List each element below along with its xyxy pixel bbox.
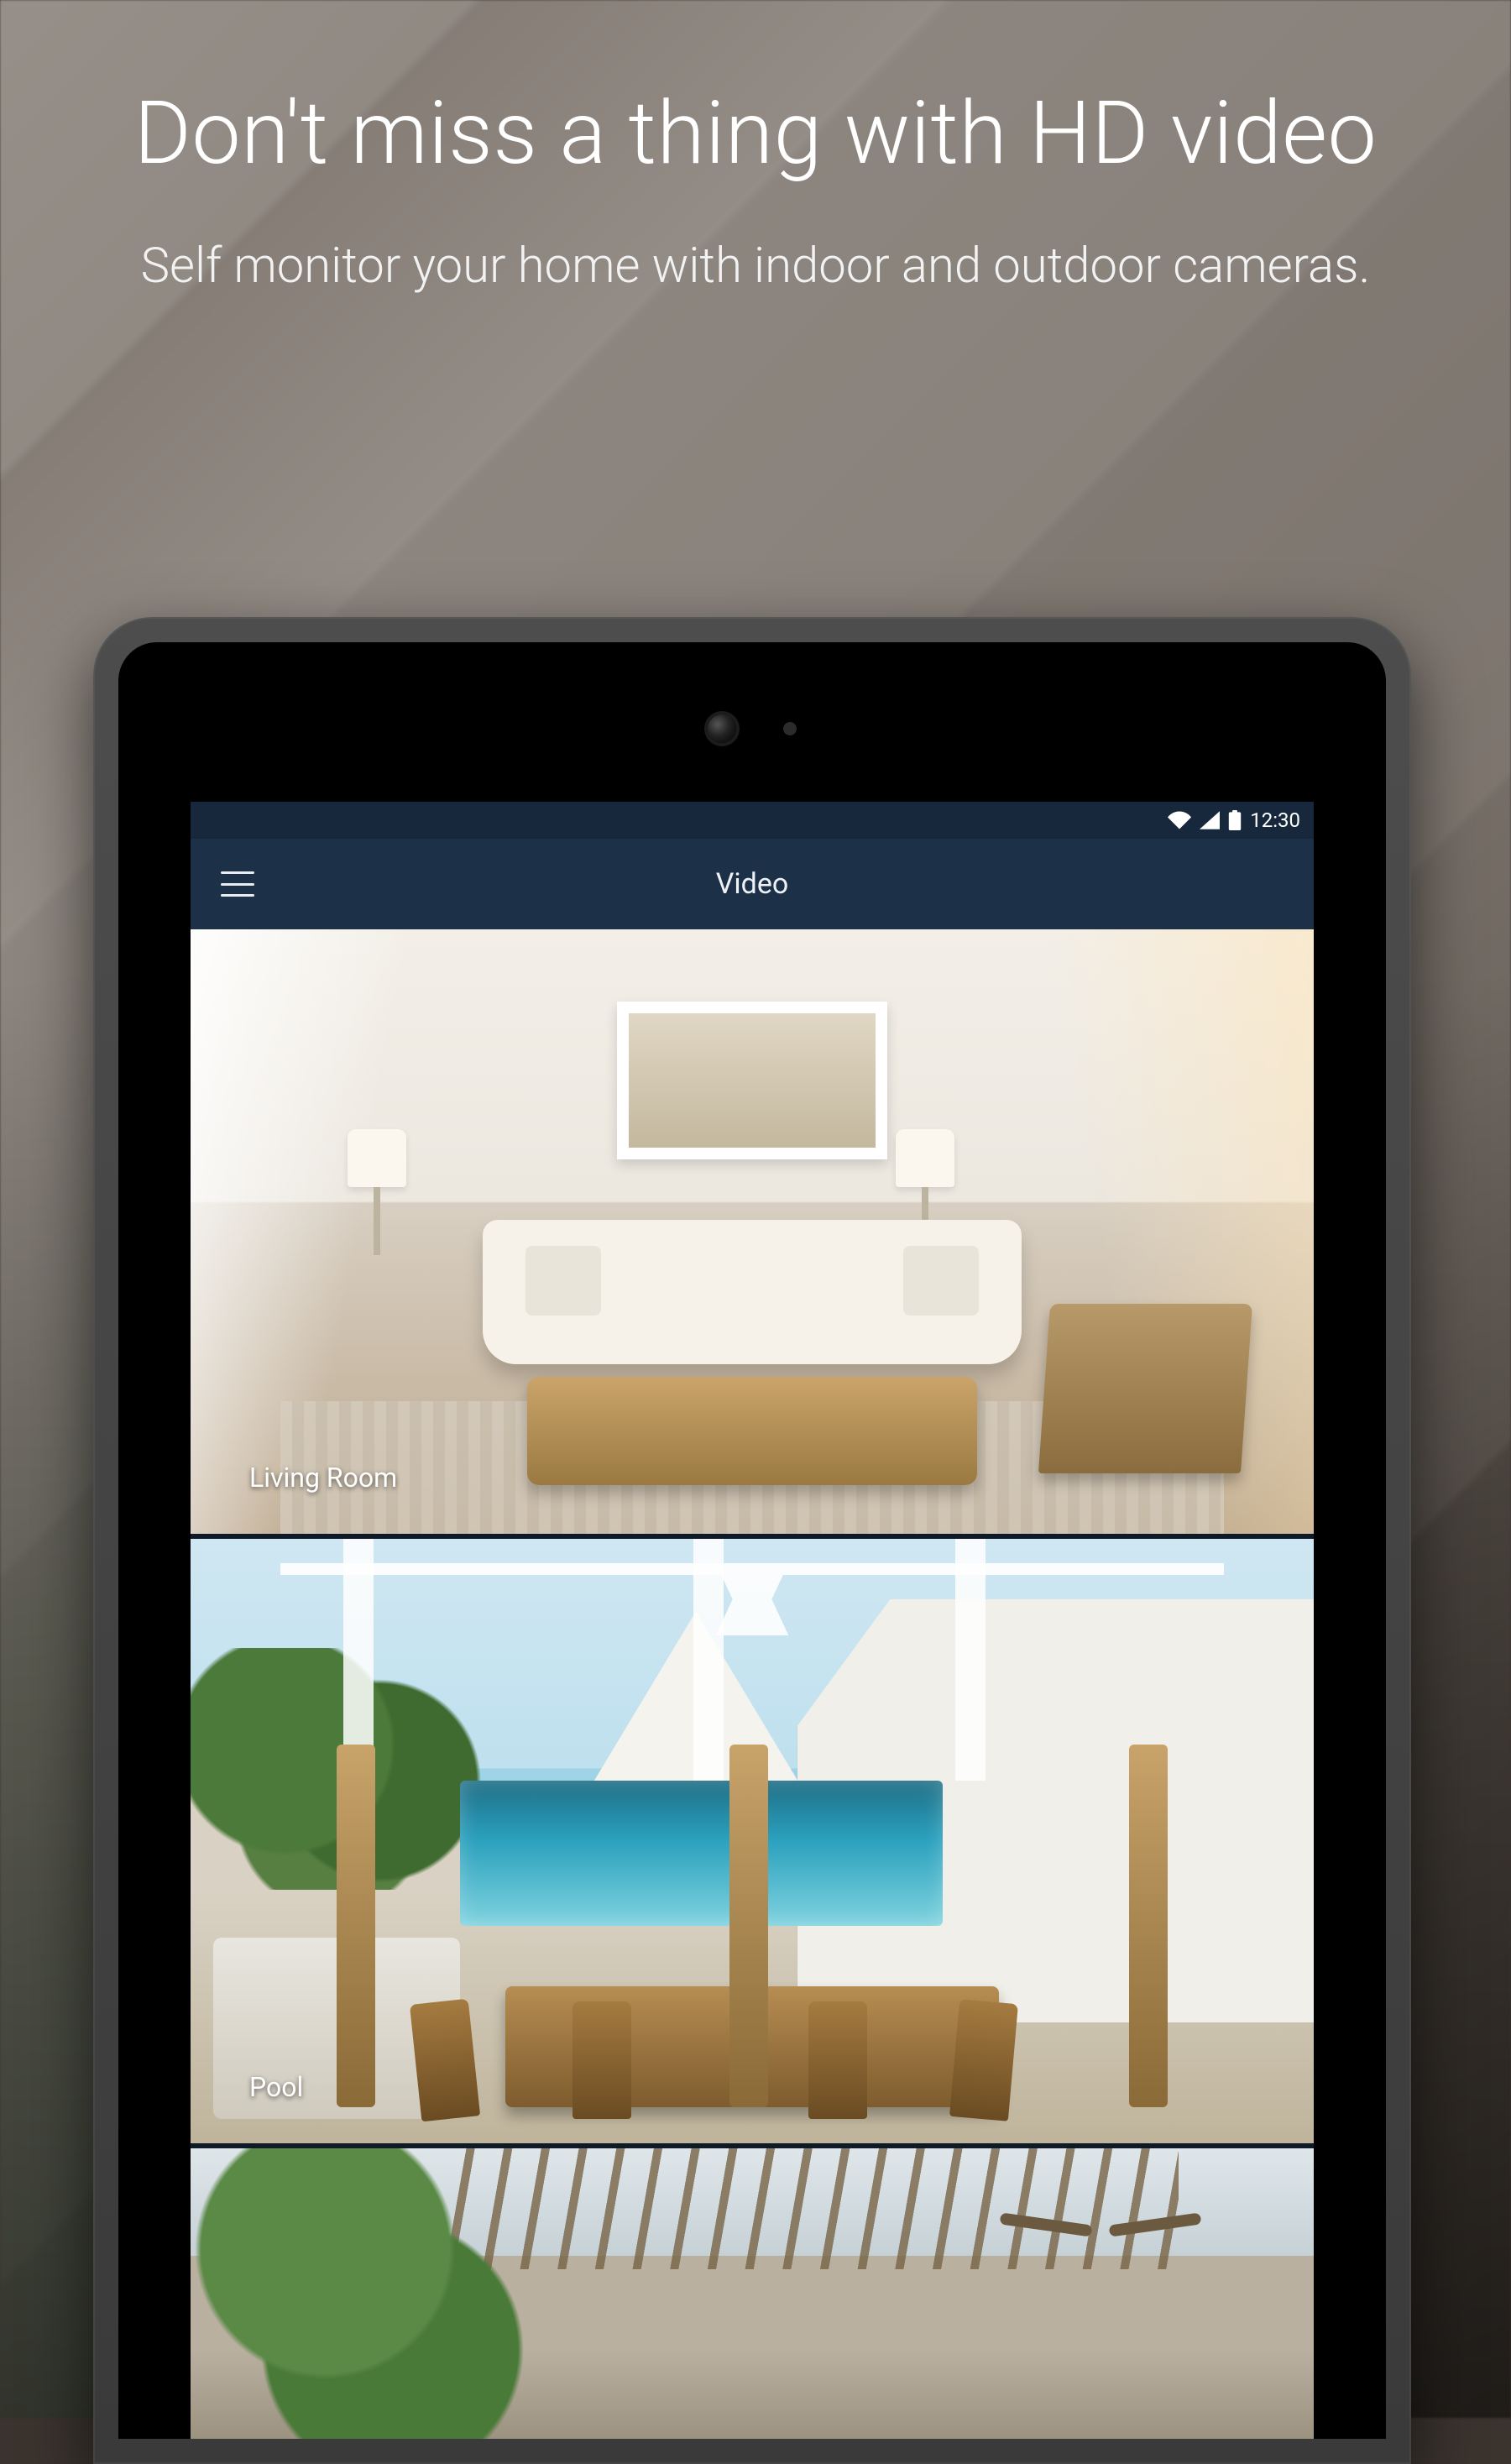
wifi-icon xyxy=(1168,811,1191,829)
camera-thumbnail xyxy=(191,1539,1314,2143)
camera-label: Living Room xyxy=(249,1462,397,1494)
cell-signal-icon xyxy=(1200,811,1220,829)
app-header: Video xyxy=(191,839,1314,929)
status-bar: 12:30 xyxy=(191,802,1314,839)
tablet-front-camera xyxy=(708,714,797,743)
screen-title: Video xyxy=(191,867,1314,901)
camera-thumbnail xyxy=(191,929,1314,1534)
camera-tile-patio[interactable] xyxy=(191,2148,1314,2439)
tablet-bezel: 12:30 Video xyxy=(118,642,1386,2439)
status-time: 12:30 xyxy=(1250,808,1300,832)
proximity-sensor-icon xyxy=(783,722,797,735)
camera-thumbnail xyxy=(191,2148,1314,2439)
hero-subtitle: Self monitor your home with indoor and o… xyxy=(118,235,1393,298)
camera-tile-living-room[interactable]: Living Room xyxy=(191,929,1314,1534)
menu-icon[interactable] xyxy=(221,871,254,897)
camera-feed-list[interactable]: Living Room xyxy=(191,929,1314,2439)
battery-icon xyxy=(1228,810,1242,830)
tablet-frame: 12:30 Video xyxy=(93,617,1411,2464)
app-screen: 12:30 Video xyxy=(191,802,1314,2439)
hero-copy: Don't miss a thing with HD video Self mo… xyxy=(0,84,1511,298)
hero-title: Don't miss a thing with HD video xyxy=(118,84,1393,185)
camera-tile-pool[interactable]: Pool xyxy=(191,1539,1314,2143)
ceiling-fan-icon xyxy=(1000,2182,1201,2266)
camera-lens-icon xyxy=(708,714,736,743)
camera-label: Pool xyxy=(249,2071,303,2103)
